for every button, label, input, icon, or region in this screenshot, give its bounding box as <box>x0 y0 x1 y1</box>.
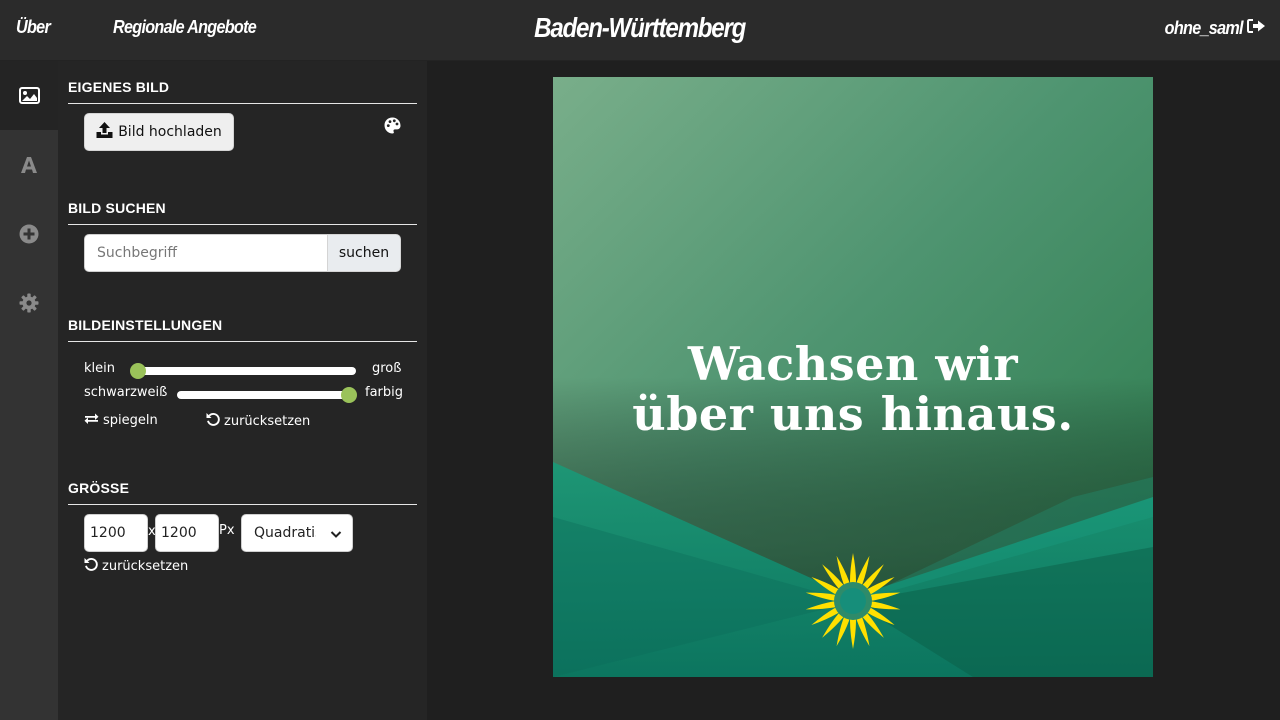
color-slider[interactable] <box>177 387 357 403</box>
reset-image-settings-label: zurücksetzen <box>224 413 311 429</box>
reset-image-settings-button[interactable]: zurücksetzen <box>206 412 310 430</box>
width-input[interactable] <box>84 514 148 552</box>
mirror-button[interactable]: spiegeln <box>84 412 158 429</box>
section-title-image-settings: BILDEINSTELLUNGEN <box>68 317 417 342</box>
text-icon <box>20 156 38 174</box>
palette-icon[interactable] <box>384 117 401 138</box>
size-slider-max-label: groß <box>372 361 402 376</box>
reset-size-button[interactable]: zurücksetzen <box>84 557 188 575</box>
section-title-size: GRÖSSE <box>68 480 417 505</box>
user-name: ohne_saml <box>1164 18 1244 38</box>
size-slider-min-label: klein <box>84 361 115 376</box>
undo-icon <box>206 412 220 430</box>
tool-rail <box>0 61 58 720</box>
mirror-label: spiegeln <box>103 413 158 428</box>
rail-item-add[interactable] <box>0 199 58 268</box>
headline-line-1: Wachsen wir <box>687 337 1019 391</box>
rail-item-text[interactable] <box>0 130 58 199</box>
height-input[interactable] <box>155 514 219 552</box>
upload-image-label: Bild hochladen <box>118 124 222 140</box>
brand-title-text: Baden-Württemberg <box>534 12 747 43</box>
color-slider-min-label: schwarzweiß <box>84 385 168 400</box>
format-select-value: Quadratisch <box>254 525 316 541</box>
color-slider-max-label: farbig <box>365 385 404 400</box>
size-unit: Px <box>219 523 235 538</box>
section-title-own-image: EIGENES BILD <box>68 79 417 104</box>
logout-link[interactable]: ohne_saml <box>1156 18 1266 39</box>
brand-title[interactable]: Baden-Württemberg <box>0 12 1280 44</box>
section-title-search: BILD SUCHEN <box>68 200 417 225</box>
preview-headline: Wachsen wir über uns hinaus. <box>553 339 1153 439</box>
image-icon <box>18 87 40 104</box>
logout-arrow-icon <box>1247 18 1266 39</box>
chevron-down-icon <box>330 527 342 543</box>
format-select[interactable]: Quadratisch <box>241 514 353 552</box>
reset-size-label: zurücksetzen <box>102 558 189 574</box>
rail-item-image[interactable] <box>0 61 58 130</box>
sunflower-logo <box>803 551 903 655</box>
image-search-input[interactable] <box>84 234 328 272</box>
rail-item-settings[interactable] <box>0 268 58 337</box>
search-button[interactable]: suchen <box>327 234 401 272</box>
image-preview-canvas[interactable]: Wachsen wir über uns hinaus. <box>553 77 1153 677</box>
add-circle-icon <box>19 224 39 244</box>
upload-icon <box>96 122 113 142</box>
swap-arrows-icon <box>84 412 99 429</box>
top-bar: Über Regionale Angebote Baden-Württember… <box>0 0 1280 61</box>
undo-icon <box>84 557 98 575</box>
size-slider[interactable] <box>130 363 356 379</box>
upload-image-button[interactable]: Bild hochladen <box>84 113 234 151</box>
settings-panel: EIGENES BILD Bild hochladen BILD SUCHEN … <box>58 61 427 720</box>
gear-icon <box>19 293 39 313</box>
headline-line-2: über uns hinaus. <box>632 387 1074 441</box>
size-slider-thumb[interactable] <box>130 363 146 379</box>
color-slider-thumb[interactable] <box>341 387 357 403</box>
